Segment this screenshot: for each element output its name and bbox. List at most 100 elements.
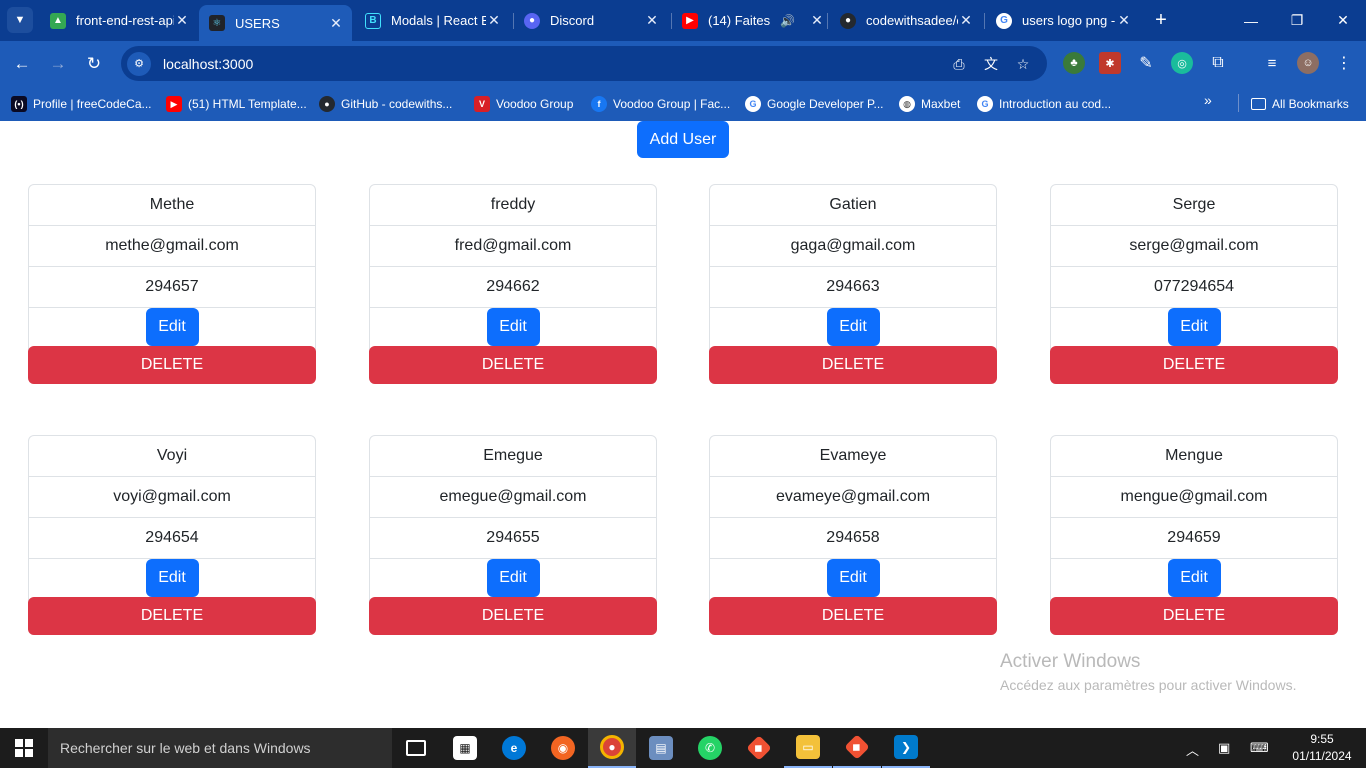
eyedropper-icon[interactable]: ✎ xyxy=(1135,52,1157,74)
delete-button[interactable]: DELETE xyxy=(1050,346,1338,384)
extension-circle-icon[interactable]: ◎ xyxy=(1171,52,1193,74)
close-icon[interactable]: ✕ xyxy=(809,12,825,29)
delete-button[interactable]: DELETE xyxy=(28,597,316,635)
user-phone: 077294654 xyxy=(1051,267,1337,308)
user-name: Voyi xyxy=(29,436,315,477)
restore-icon[interactable]: ❐ xyxy=(1274,0,1320,41)
bookmark-voodoo[interactable]: V Voodoo Group xyxy=(474,93,573,115)
user-card: Emegue emegue@gmail.com 294655 Edit DELE… xyxy=(369,435,657,635)
reload-icon[interactable]: ↻ xyxy=(81,51,107,77)
url-text[interactable]: localhost:3000 xyxy=(163,56,253,72)
bookmark-maxbet[interactable]: ◍ Maxbet xyxy=(899,93,960,115)
edit-button[interactable]: Edit xyxy=(1167,559,1221,597)
close-icon[interactable]: ✕ xyxy=(486,12,502,29)
install-app-icon[interactable]: ⎙ xyxy=(949,54,969,74)
delete-button[interactable]: DELETE xyxy=(709,346,997,384)
delete-button[interactable]: DELETE xyxy=(28,346,316,384)
tab-search-icon[interactable]: ▼ xyxy=(7,7,33,33)
user-card: Serge serge@gmail.com 077294654 Edit DEL… xyxy=(1050,184,1338,384)
delete-button[interactable]: DELETE xyxy=(369,597,657,635)
tab-front-end[interactable]: ▲ front-end-rest-api ✕ xyxy=(40,0,198,41)
forward-icon[interactable]: → xyxy=(45,51,71,77)
translate-icon[interactable]: 文 xyxy=(981,54,1001,74)
chevron-double-right-icon[interactable]: » xyxy=(1204,92,1212,108)
delete-button[interactable]: DELETE xyxy=(369,346,657,384)
star-icon[interactable]: ☆ xyxy=(1013,54,1033,74)
bookmark-introduction[interactable]: G Introduction au cod... xyxy=(977,93,1111,115)
edit-button[interactable]: Edit xyxy=(486,559,540,597)
close-icon[interactable]: ✕ xyxy=(958,12,974,29)
media-controls-icon[interactable]: ≡ xyxy=(1261,52,1283,74)
github-icon: ● xyxy=(319,96,335,112)
store-icon[interactable]: ▦ xyxy=(441,728,489,768)
freecodecamp-icon: (•) xyxy=(11,96,27,112)
tab-youtube[interactable]: ▶ (14) Faites en 🔊 ✕ xyxy=(672,0,824,41)
menu-kebab-icon[interactable]: ⋮ xyxy=(1333,52,1355,74)
minimize-icon[interactable]: — xyxy=(1228,0,1274,41)
google-icon: G xyxy=(745,96,761,112)
extension-tree-icon[interactable]: ♣ xyxy=(1063,52,1085,74)
user-card: Methe methe@gmail.com 294657 Edit DELETE xyxy=(28,184,316,384)
speaker-icon[interactable]: 🔊 xyxy=(780,14,795,28)
tab-github[interactable]: ● codewithsadee/c ✕ xyxy=(830,0,982,41)
address-bar[interactable]: ⚙ localhost:3000 ⎙ 文 ☆ xyxy=(121,46,1047,81)
user-phone: 294658 xyxy=(710,518,996,559)
keyboard-icon[interactable]: ⌨ xyxy=(1250,740,1269,756)
add-user-button[interactable]: Add User xyxy=(637,121,729,158)
close-icon[interactable]: ✕ xyxy=(328,15,344,32)
discord-icon: ● xyxy=(524,12,540,29)
taskbar-search-input[interactable]: Rechercher sur le web et dans Windows xyxy=(48,728,392,768)
bookmark-voodoo-facebook[interactable]: f Voodoo Group | Fac... xyxy=(591,93,730,115)
bookmark-freecodecamp[interactable]: (•) Profile | freeCodeCa... xyxy=(11,93,152,115)
delete-button[interactable]: DELETE xyxy=(709,597,997,635)
extensions-puzzle-icon[interactable]: ⧉ xyxy=(1207,52,1229,74)
windows-taskbar: Rechercher sur le web et dans Windows ▦ … xyxy=(0,728,1366,768)
edge-icon[interactable]: e xyxy=(490,728,538,768)
chrome-icon[interactable]: ● xyxy=(588,728,636,768)
network-icon[interactable]: ▣ xyxy=(1218,740,1230,756)
user-email: voyi@gmail.com xyxy=(29,477,315,518)
new-tab-icon[interactable]: + xyxy=(1150,9,1172,31)
git-gui-icon[interactable]: ◆ xyxy=(833,728,881,768)
page-content: Add User Methe methe@gmail.com 294657 Ed… xyxy=(0,121,1366,728)
task-view-icon[interactable] xyxy=(392,728,440,768)
extension-game-icon[interactable]: ✱ xyxy=(1099,52,1121,74)
close-icon[interactable]: ✕ xyxy=(644,12,660,29)
file-explorer-icon[interactable]: ▭ xyxy=(784,728,832,768)
chevron-up-icon[interactable]: ︿ xyxy=(1186,740,1199,759)
bookmark-html-template[interactable]: ▶ (51) HTML Template... xyxy=(166,93,307,115)
edit-button[interactable]: Edit xyxy=(145,308,199,346)
site-info-icon[interactable]: ⚙ xyxy=(127,51,151,76)
google-icon: G xyxy=(996,12,1012,29)
close-icon[interactable]: ✕ xyxy=(174,12,190,29)
edit-button[interactable]: Edit xyxy=(145,559,199,597)
whatsapp-icon[interactable]: ✆ xyxy=(686,728,734,768)
tab-discord[interactable]: ● Discord ✕ xyxy=(514,0,668,41)
explorer-app-icon[interactable]: ▤ xyxy=(637,728,685,768)
clock[interactable]: 9:55 01/11/2024 xyxy=(1286,731,1358,765)
delete-button[interactable]: DELETE xyxy=(1050,597,1338,635)
user-name: Methe xyxy=(29,185,315,226)
tab-modals[interactable]: B Modals | React Bootstrap ✕ xyxy=(355,0,510,41)
close-icon[interactable]: ✕ xyxy=(1116,12,1132,29)
user-card: Gatien gaga@gmail.com 294663 Edit DELETE xyxy=(709,184,997,384)
edit-button[interactable]: Edit xyxy=(826,559,880,597)
profile-avatar-icon[interactable]: ☺ xyxy=(1297,52,1319,74)
tab-google-search[interactable]: G users logo png - ✕ xyxy=(986,0,1140,41)
vscode-icon[interactable]: ❯ xyxy=(882,728,930,768)
tab-users[interactable]: ⚛ USERS ✕ xyxy=(199,5,352,41)
user-card: Voyi voyi@gmail.com 294654 Edit DELETE xyxy=(28,435,316,635)
close-window-icon[interactable]: ✕ xyxy=(1320,0,1366,41)
back-icon[interactable]: ← xyxy=(9,51,35,77)
all-bookmarks[interactable]: All Bookmarks xyxy=(1251,93,1349,115)
brave-icon[interactable]: ◉ xyxy=(539,728,587,768)
git-icon[interactable]: ◆ xyxy=(735,728,783,768)
bookmark-google-developer[interactable]: G Google Developer P... xyxy=(745,93,884,115)
edit-button[interactable]: Edit xyxy=(826,308,880,346)
windows-start-icon[interactable] xyxy=(0,728,48,768)
youtube-icon: ▶ xyxy=(682,12,698,29)
user-name: Gatien xyxy=(710,185,996,226)
edit-button[interactable]: Edit xyxy=(486,308,540,346)
edit-button[interactable]: Edit xyxy=(1167,308,1221,346)
bookmark-github[interactable]: ● GitHub - codewiths... xyxy=(319,93,452,115)
